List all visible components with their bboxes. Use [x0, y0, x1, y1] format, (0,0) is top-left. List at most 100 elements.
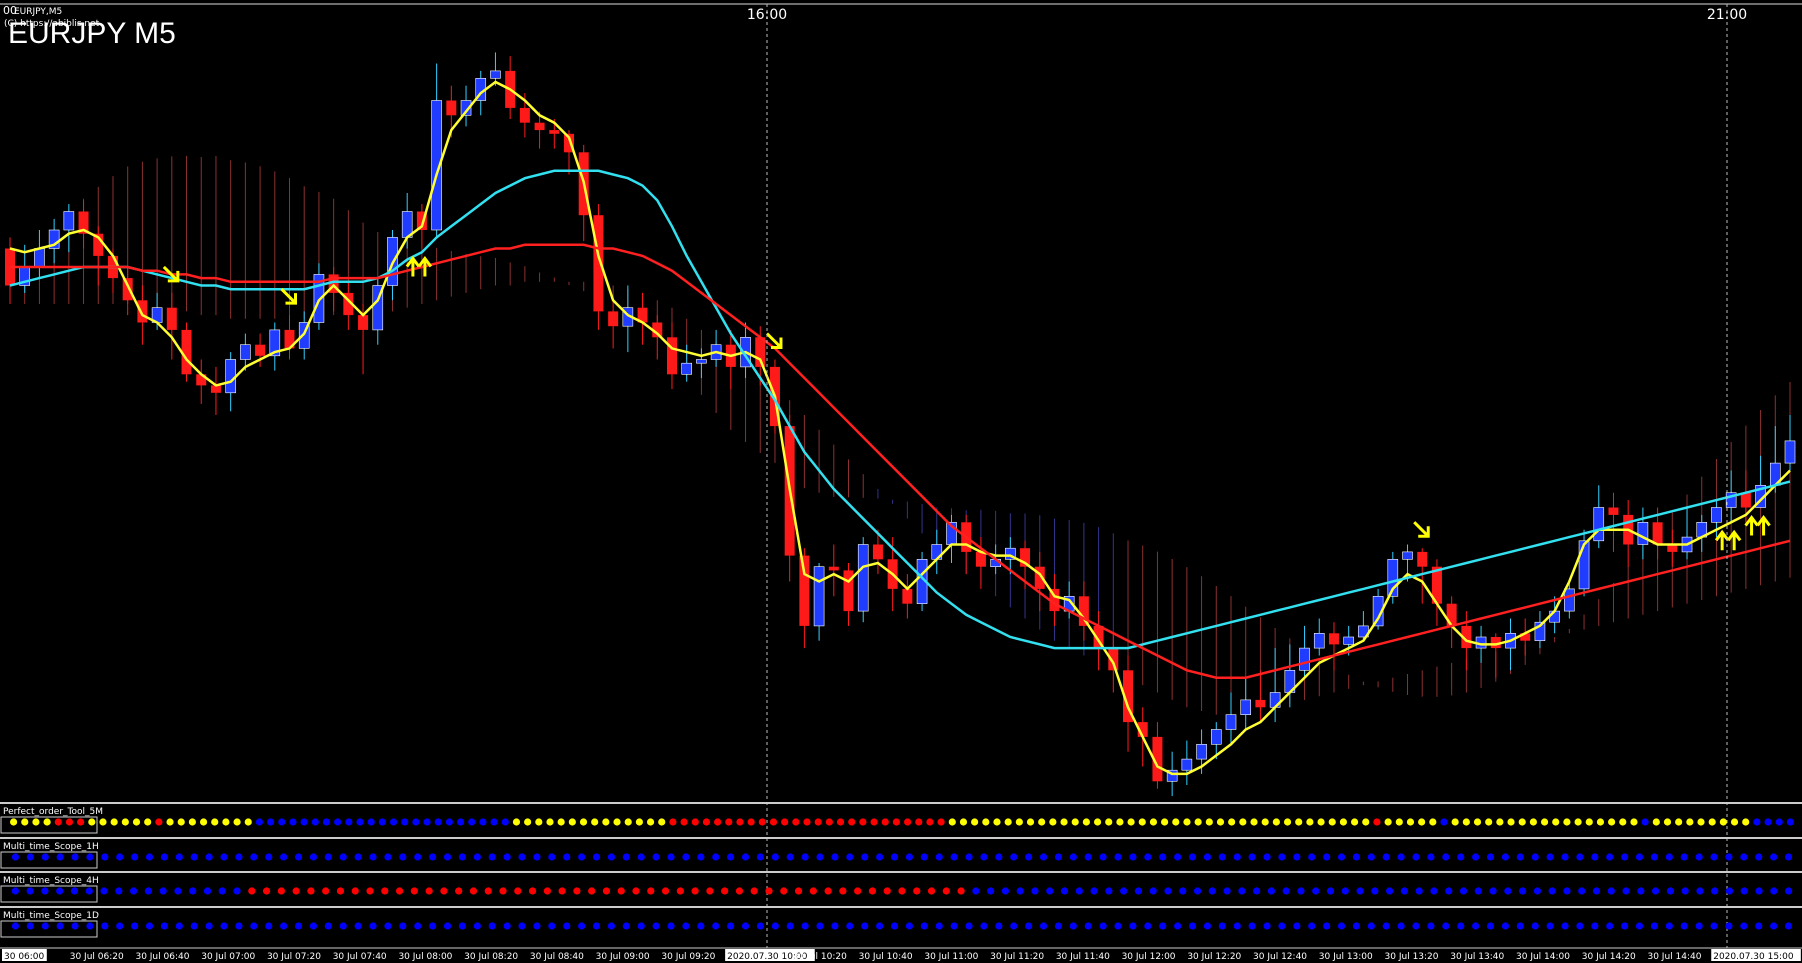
- signal-dot: [1591, 853, 1599, 861]
- signal-dot: [1010, 922, 1018, 930]
- signal-dot: [1650, 853, 1659, 861]
- signal-dot: [1263, 853, 1271, 861]
- signal-dot: [434, 818, 442, 826]
- signal-dot: [1049, 818, 1057, 826]
- signal-dot: [1384, 818, 1392, 826]
- signal-dot: [1015, 818, 1023, 826]
- signal-dot: [1174, 922, 1182, 930]
- signal-dot: [339, 853, 347, 861]
- x-tick-label: 30 Jul 14:00: [1516, 952, 1570, 962]
- signal-dot: [1415, 887, 1423, 895]
- signal-dot: [1082, 818, 1090, 826]
- signal-dot: [199, 818, 208, 826]
- bear-candle: [255, 344, 266, 356]
- signal-dot: [524, 818, 532, 826]
- signal-dot: [1144, 853, 1152, 861]
- signal-dot: [1561, 853, 1569, 861]
- separator-label: 21:00: [1707, 7, 1747, 23]
- signal-dot: [1755, 922, 1763, 930]
- symbol-label: EURJPY,M5: [14, 7, 62, 17]
- signal-dot: [557, 818, 565, 826]
- signal-dot: [607, 922, 616, 930]
- x-tick-label: 30 Jul 09:00: [596, 952, 650, 962]
- signal-dot: [101, 853, 109, 861]
- signal-dot: [1194, 818, 1202, 826]
- signal-dot: [484, 887, 492, 895]
- signal-dot: [1427, 853, 1435, 861]
- signal-dot: [846, 922, 854, 930]
- signal-dot: [455, 887, 463, 895]
- signal-dot: [514, 887, 522, 895]
- signal-dot: [175, 922, 183, 930]
- signal-dot: [697, 922, 705, 930]
- signal-dot: [1144, 922, 1152, 930]
- signal-dot: [1719, 818, 1727, 826]
- signal-dot: [965, 853, 973, 861]
- signal-dot: [488, 853, 496, 861]
- signal-dot: [345, 818, 353, 826]
- signal-dot: [1686, 818, 1694, 826]
- signal-dot: [920, 853, 928, 861]
- price-chart[interactable]: 16:00 21:00 Perfect_order_Tool_5M Multi_ti…: [0, 0, 1802, 963]
- signal-dot: [262, 887, 271, 895]
- signal-dot: [309, 853, 318, 861]
- signal-dot: [1459, 887, 1468, 895]
- signal-dot: [691, 887, 699, 895]
- signal-dot: [771, 922, 779, 930]
- signal-dot: [41, 922, 49, 930]
- signal-dot: [1295, 818, 1303, 826]
- x-tick-label: 30 Jul 07:00: [201, 952, 255, 962]
- signal-dot: [469, 887, 478, 895]
- signal-dot: [727, 853, 735, 861]
- signal-dot: [26, 922, 34, 930]
- signal-dot: [166, 818, 174, 826]
- signal-dot: [682, 922, 690, 930]
- signal-dot: [1134, 887, 1143, 895]
- signal-dot: [77, 818, 85, 826]
- signal-dot: [1308, 853, 1316, 861]
- signal-dot: [1239, 818, 1247, 826]
- signal-dot: [145, 922, 154, 930]
- signal-dot: [458, 853, 467, 861]
- signal-dot: [458, 922, 467, 930]
- signal-dot: [846, 853, 854, 861]
- signal-dot: [160, 922, 169, 930]
- signal-dot: [289, 818, 297, 826]
- signal-dot: [1328, 818, 1336, 826]
- signal-dot: [1337, 922, 1346, 930]
- panel-label: Multi_time_Scope_4H: [3, 876, 99, 886]
- signal-dot: [1382, 853, 1390, 861]
- signal-dot: [528, 887, 537, 895]
- signal-dot: [1174, 853, 1182, 861]
- signal-dot: [1665, 922, 1673, 930]
- signal-dot: [1548, 887, 1556, 895]
- signal-dot: [1397, 853, 1405, 861]
- panel-label: Multi_time_Scope_1D: [3, 911, 99, 921]
- signal-dot: [1317, 818, 1325, 826]
- signal-dot: [1272, 818, 1280, 826]
- signal-dot: [41, 853, 49, 861]
- bull-candle: [1299, 647, 1310, 671]
- signal-dot: [691, 818, 699, 826]
- signal-dot: [277, 887, 285, 895]
- bear-candle: [1328, 633, 1339, 645]
- signal-dot: [712, 853, 720, 861]
- signal-dot: [727, 922, 735, 930]
- signal-dot: [456, 818, 465, 826]
- bear-candle: [358, 315, 369, 330]
- signal-dot: [995, 922, 1003, 930]
- bear-candle: [137, 300, 148, 323]
- signal-dot: [71, 853, 79, 861]
- signal-dot: [322, 887, 330, 895]
- signal-dot: [1297, 887, 1305, 895]
- signal-dot: [803, 818, 811, 826]
- signal-dot: [890, 853, 899, 861]
- signal-dot: [658, 818, 666, 826]
- signal-dot: [1725, 853, 1733, 861]
- signal-dot: [876, 922, 884, 930]
- signal-dot: [131, 853, 139, 861]
- signal-dot: [235, 853, 243, 861]
- signal-dot: [381, 887, 389, 895]
- signal-dot: [558, 887, 566, 895]
- signal-dot: [280, 853, 288, 861]
